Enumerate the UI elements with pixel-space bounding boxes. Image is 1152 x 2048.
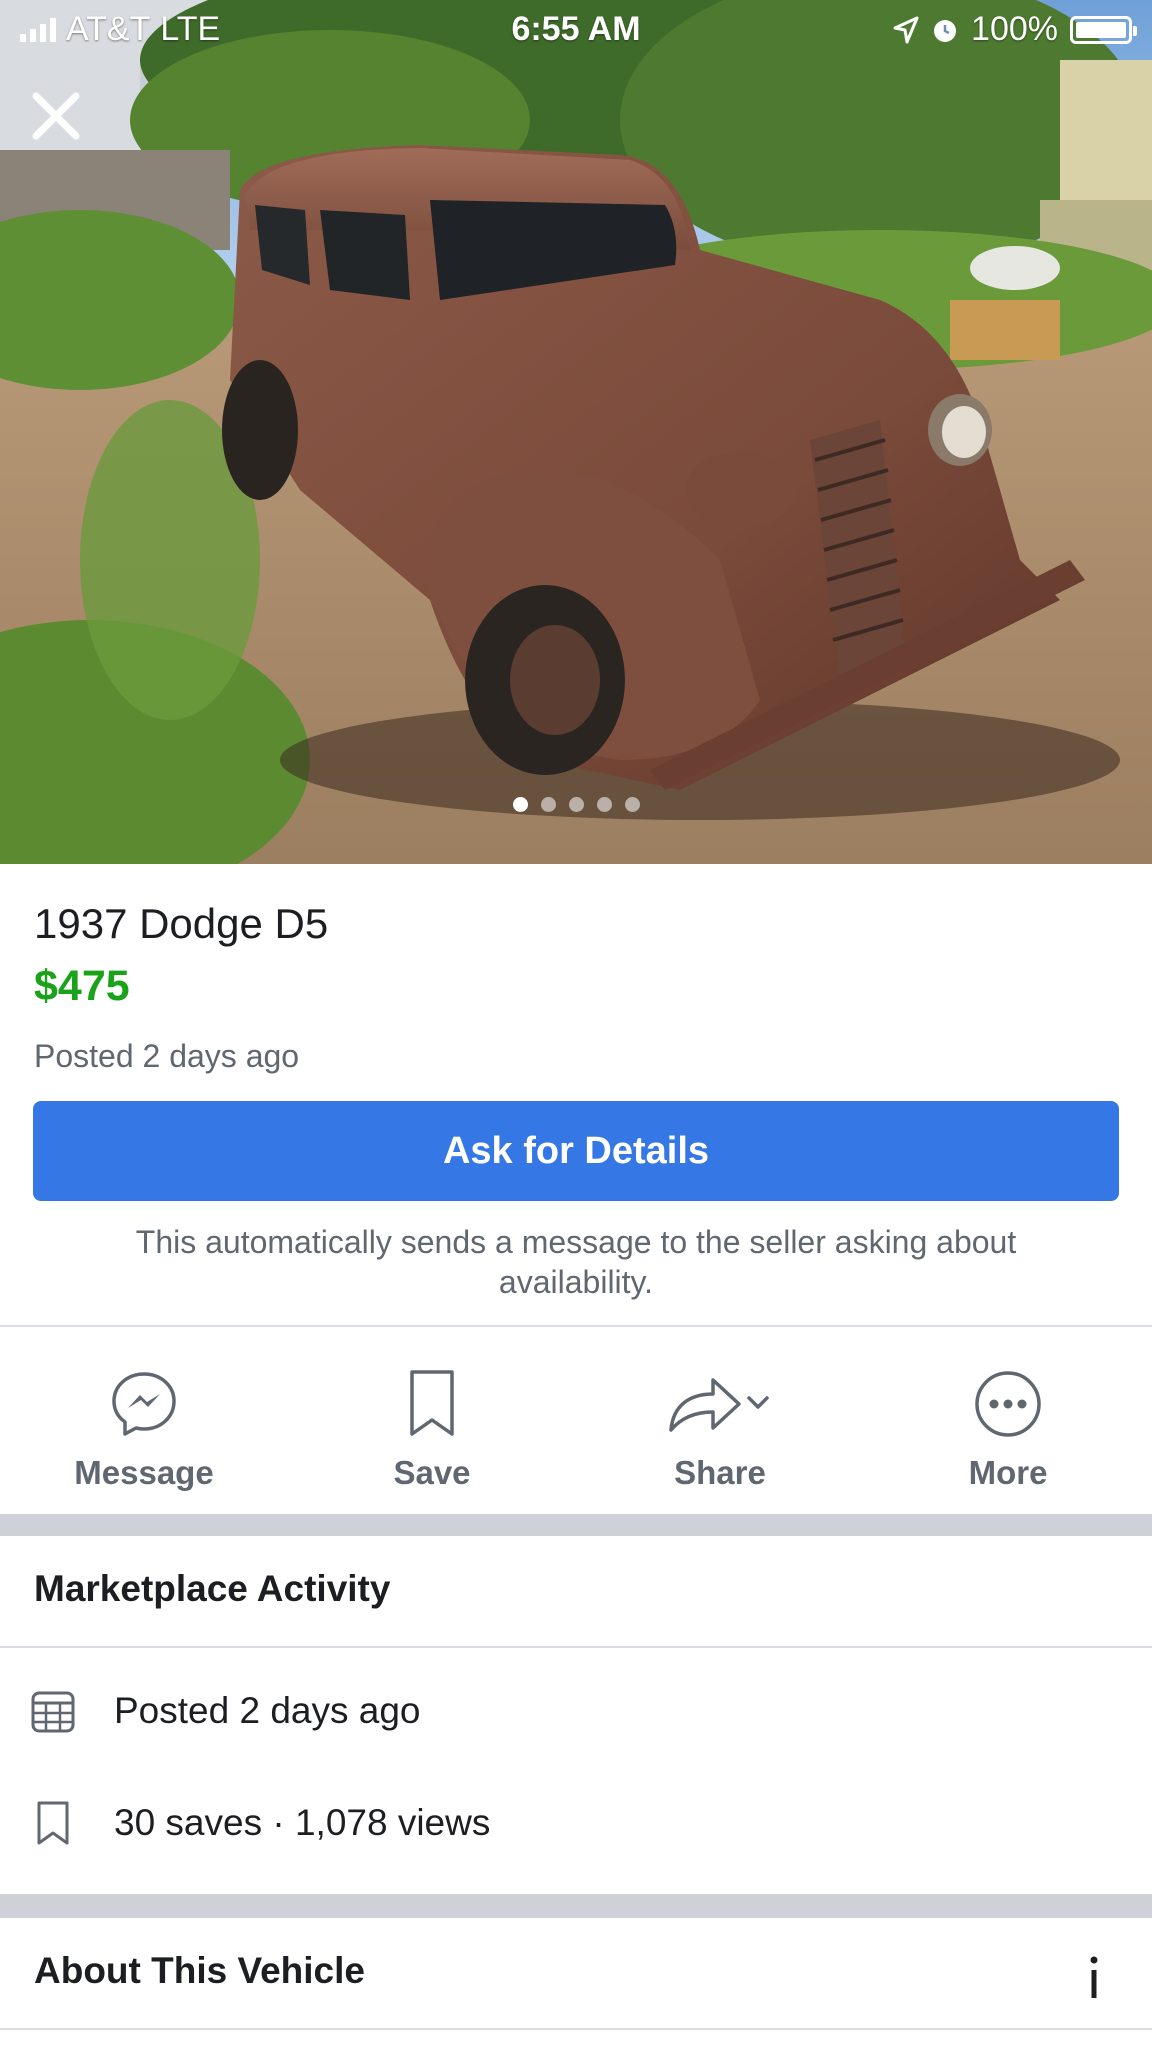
- marketplace-activity-heading: Marketplace Activity: [34, 1568, 391, 1609]
- pagination-dot[interactable]: [568, 797, 584, 812]
- battery-level: [1076, 21, 1126, 38]
- status-bar: AT&T LTE 6:55 AM 100%: [0, 0, 1152, 58]
- listing-photo[interactable]: AT&T LTE 6:55 AM 100%: [0, 0, 1152, 864]
- more-icon: [975, 1371, 1041, 1437]
- calendar-icon: [31, 1691, 75, 1733]
- location-arrow-icon: [893, 16, 919, 43]
- divider: [0, 1325, 1152, 1327]
- messenger-icon: [112, 1372, 176, 1436]
- about-vehicle-heading: About This Vehicle: [34, 1950, 365, 1991]
- pagination-dot[interactable]: [512, 797, 528, 812]
- save-label: Save: [393, 1454, 471, 1491]
- ask-for-details-button[interactable]: Ask for Details: [33, 1101, 1119, 1201]
- activity-stats-row: 30 saves · 1,078 views: [30, 1800, 490, 1846]
- alarm-icon: [934, 19, 957, 42]
- divider: [0, 1646, 1152, 1648]
- battery-percent: 100%: [971, 10, 1058, 48]
- listing-title: 1937 Dodge D5: [34, 900, 329, 947]
- bookmark-icon: [410, 1370, 454, 1436]
- posted-time: Posted 2 days ago: [34, 1038, 300, 1074]
- ask-details-note: This automatically sends a message to th…: [135, 1224, 1017, 1300]
- photo-pagination[interactable]: [0, 797, 1152, 812]
- listing-info: 1937 Dodge D5 $475 Posted 2 days ago: [34, 896, 1118, 1076]
- more-button[interactable]: More: [864, 1328, 1152, 1512]
- share-button[interactable]: Share: [576, 1328, 864, 1512]
- share-label: Share: [674, 1454, 766, 1491]
- divider: [0, 2028, 1152, 2030]
- activity-posted-row: Posted 2 days ago: [30, 1688, 421, 1734]
- listing-price: $475: [34, 962, 130, 1010]
- save-button[interactable]: Save: [288, 1328, 576, 1512]
- share-icon: [669, 1378, 769, 1432]
- more-label: More: [968, 1454, 1048, 1491]
- pagination-dot[interactable]: [540, 797, 556, 812]
- close-icon[interactable]: [28, 88, 84, 144]
- info-icon[interactable]: [1076, 1952, 1112, 2002]
- activity-posted-text: Posted 2 days ago: [114, 1690, 421, 1731]
- chevron-down-icon: [747, 1396, 769, 1409]
- saves-views-text: 30 saves · 1,078 views: [114, 1802, 491, 1843]
- section-separator: [0, 1514, 1152, 1536]
- battery-icon: [1070, 15, 1137, 44]
- section-separator: [0, 1894, 1152, 1918]
- pagination-dot[interactable]: [624, 797, 640, 812]
- pagination-dot[interactable]: [596, 797, 612, 812]
- bookmark-icon: [37, 1801, 69, 1845]
- action-bar: Message Save Share More: [0, 1328, 1152, 1512]
- car-photo: [0, 0, 1152, 864]
- message-label: Message: [74, 1454, 214, 1491]
- message-button[interactable]: Message: [0, 1328, 288, 1512]
